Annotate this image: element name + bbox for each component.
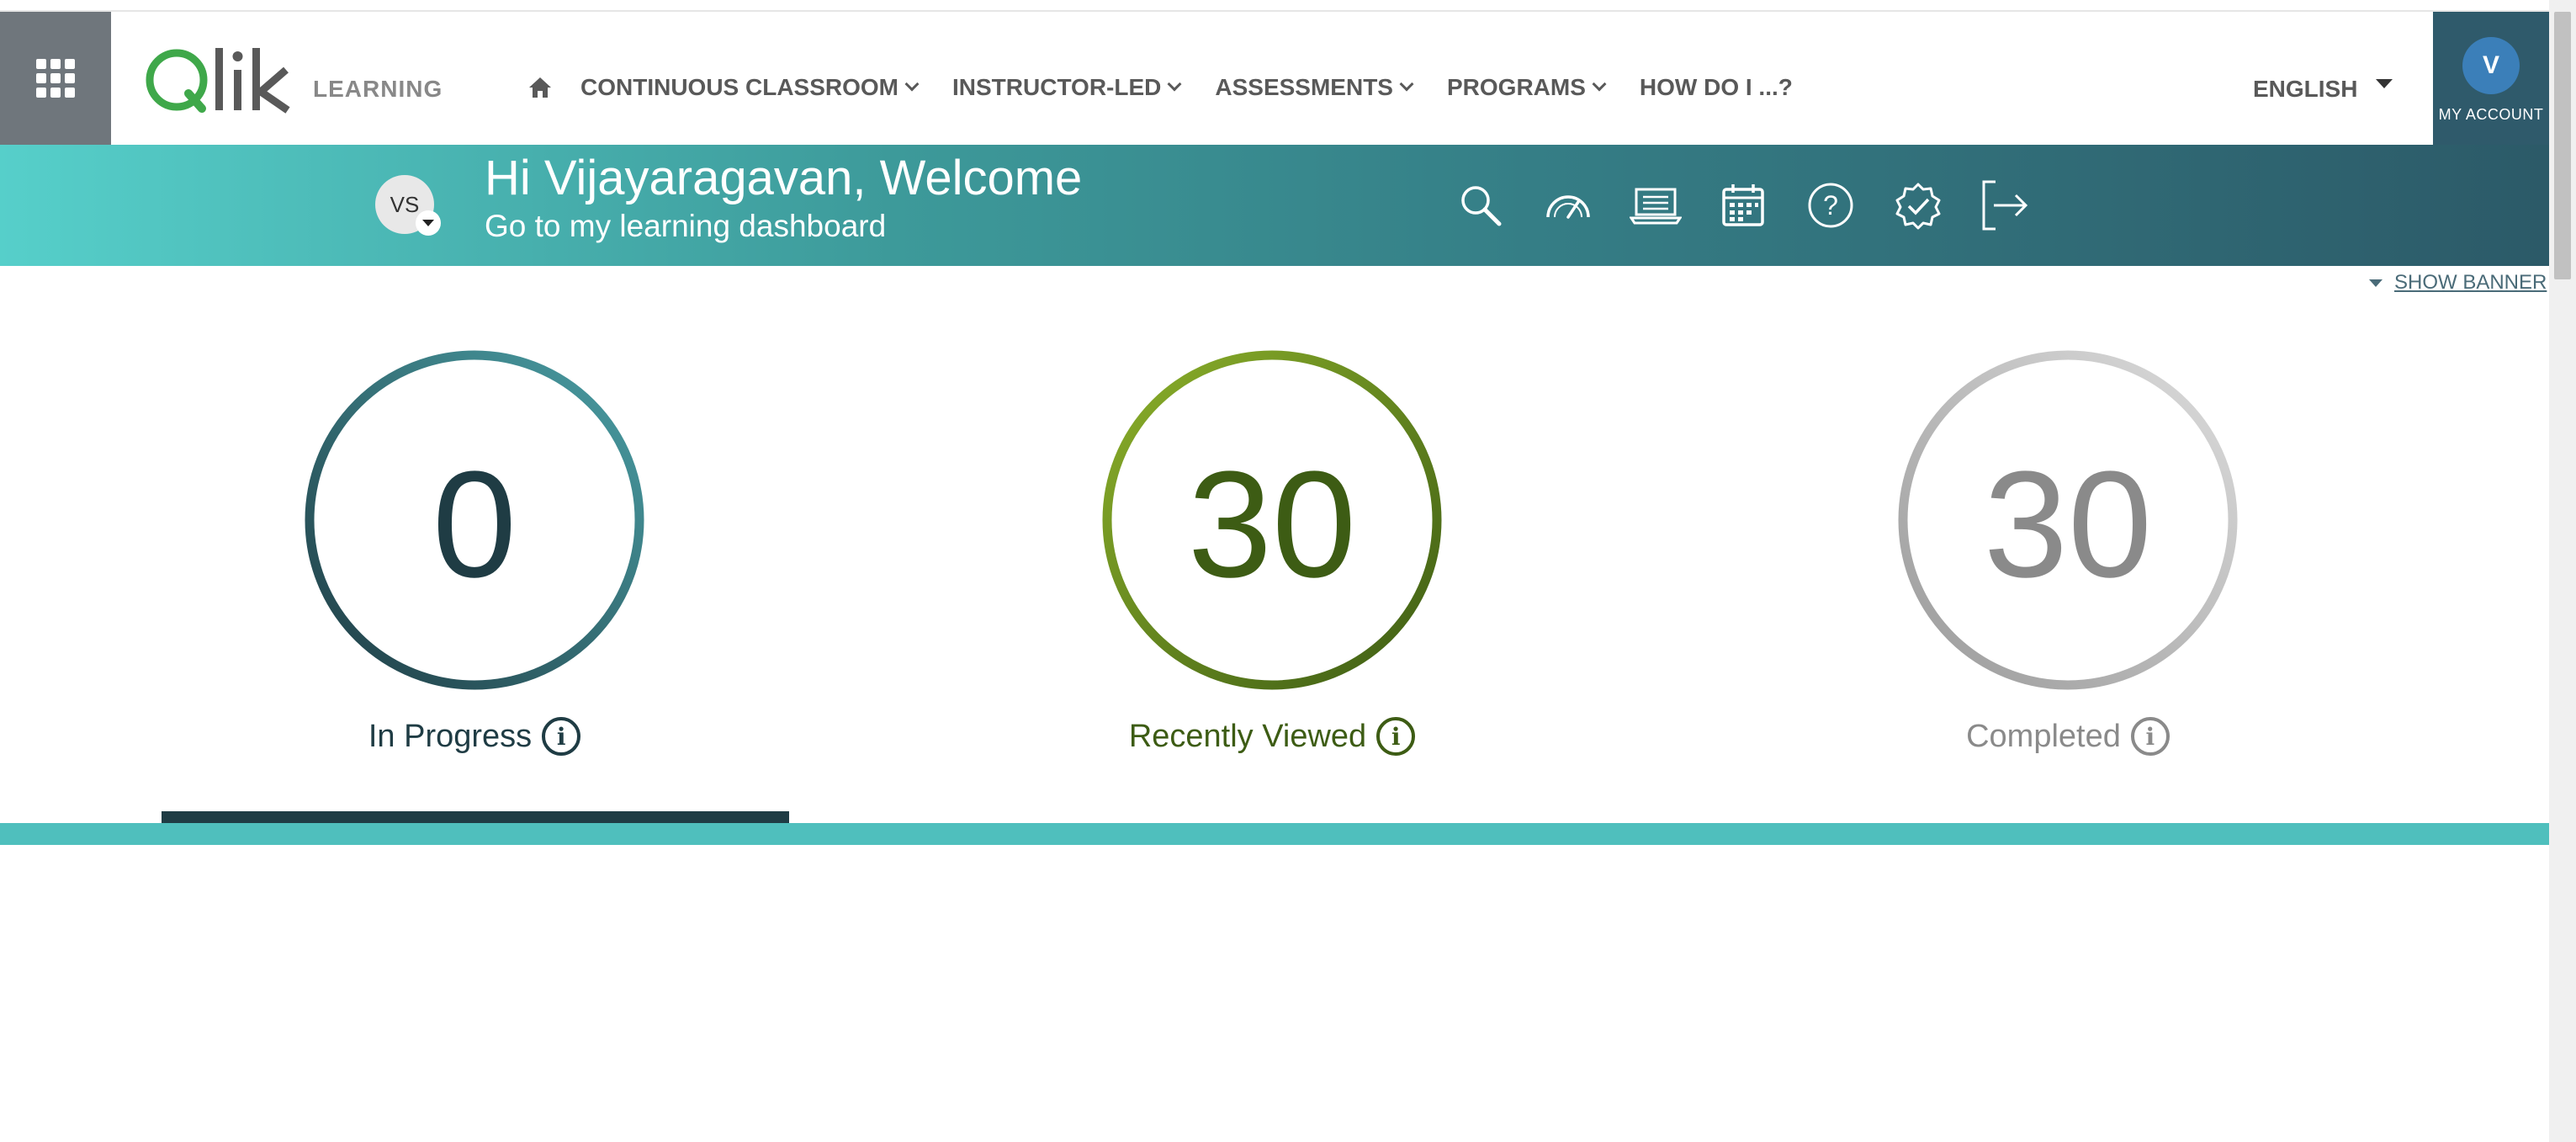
chevron-down-icon [1592,77,1607,92]
search-icon[interactable] [1454,178,1508,232]
welcome-heading: Hi Vijayaragavan, Welcome [485,151,1083,205]
stat-label: Completed [1966,718,2121,754]
nav-continuous-classroom[interactable]: CONTINUOUS CLASSROOM [580,74,920,101]
help-icon[interactable]: ? [1804,178,1858,232]
caret-down-icon [2376,78,2393,88]
stat-label-row: Recently Viewed i [1128,717,1416,756]
vertical-scrollbar[interactable] [2549,0,2576,1142]
info-icon[interactable]: i [2130,717,2170,756]
my-account-button[interactable]: V MY ACCOUNT [2433,12,2549,145]
badge-check-icon[interactable] [1891,178,1945,232]
top-navbar: LEARNING CONTINUOUS CLASSROOM INSTRUCTOR… [0,12,2549,145]
chevron-down-icon [904,77,920,92]
caret-down-icon [416,210,441,236]
learning-label: LEARNING [313,76,443,102]
show-banner-toggle[interactable]: SHOW BANNER [2369,271,2547,295]
app-launcher-button[interactable] [0,12,111,145]
svg-text:?: ? [1823,190,1838,220]
welcome-banner: VS Hi Vijayaragavan, Welcome Go to my le… [0,145,2549,266]
qlik-logo[interactable] [145,45,296,114]
logout-icon[interactable] [1979,178,2033,232]
chevron-down-icon [1399,77,1414,92]
stat-value: 0 [432,440,517,609]
main-nav: CONTINUOUS CLASSROOM INSTRUCTOR-LED ASSE… [525,72,1828,103]
user-avatar-menu[interactable]: VS [375,175,441,236]
nav-programs[interactable]: PROGRAMS [1447,74,1607,101]
calendar-icon[interactable] [1716,178,1770,232]
chevron-down-icon [1167,77,1182,92]
stat-label: Recently Viewed [1128,718,1367,754]
stat-value: 30 [1187,440,1357,609]
language-selector[interactable]: ENGLISH [2253,76,2393,103]
nav-how-do-i[interactable]: HOW DO I ...? [1640,74,1793,101]
info-icon[interactable]: i [1376,717,1416,756]
speedometer-icon[interactable] [1541,178,1595,232]
nav-assessments[interactable]: ASSESSMENTS [1215,74,1414,101]
scrollbar-thumb[interactable] [2554,12,2571,279]
tab-strip [0,823,2549,845]
grid-icon [36,59,75,98]
nav-instructor-led[interactable]: INSTRUCTOR-LED [952,74,1182,101]
avatar: V [2462,37,2520,94]
laptop-icon[interactable] [1629,178,1683,232]
stat-label: In Progress [368,718,533,754]
stat-completed[interactable]: 30 Completed i [1891,348,2245,756]
stat-label-row: Completed i [1966,717,2170,756]
banner-icon-bar: ? [1454,178,2066,232]
info-icon[interactable]: i [542,717,581,756]
stat-value: 30 [1983,440,2153,609]
stat-in-progress[interactable]: 0 In Progress i [298,348,651,756]
home-icon[interactable] [525,72,555,103]
active-tab-indicator [162,811,789,823]
qlik-logo-mark [146,48,290,114]
top-rule [0,0,2549,12]
caret-down-icon [2369,279,2383,287]
stat-recently-viewed[interactable]: 30 Recently Viewed i [1095,348,1449,756]
stat-label-row: In Progress i [368,717,581,756]
my-account-label: MY ACCOUNT [2438,106,2544,123]
dashboard-link[interactable]: Go to my learning dashboard [485,209,886,244]
